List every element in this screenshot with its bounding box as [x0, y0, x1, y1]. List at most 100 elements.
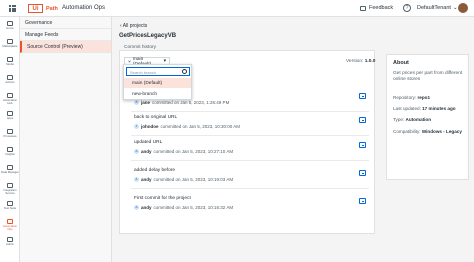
subnav-governance[interactable]: Governance — [20, 17, 111, 29]
back-link[interactable]: ‹ All projects — [120, 23, 147, 29]
open-commit-icon[interactable] — [359, 117, 366, 123]
commit-meta: Aandy committed on Jan 5, 2023, 10:19:03 … — [134, 177, 233, 182]
commit-author: andy — [141, 177, 152, 182]
nav-actions[interactable]: Actions — [0, 75, 20, 84]
about-type: Type: Automation — [393, 117, 431, 122]
nav-label: Studio — [6, 62, 14, 66]
nav-test-suite[interactable]: Test Suite — [0, 201, 20, 210]
type-value: Automation — [405, 117, 432, 122]
left-nav: Home Marketplace Studio Actions Automati… — [0, 17, 20, 262]
branch-option-main[interactable]: main (Default) — [124, 78, 191, 88]
about-panel: About Get prices per part from different… — [386, 54, 469, 180]
feedback-button[interactable]: Feedback — [360, 5, 393, 11]
compatibility-value: Windows - Legacy — [421, 129, 462, 134]
commit-date: committed on Jan 5, 2023, 1:26:49 PM — [152, 100, 230, 105]
commit-row: updated URL Aandy committed on Jan 5, 202… — [131, 137, 369, 161]
compatibility-label: Compatibility: — [393, 129, 421, 134]
about-repository: Repository: repo1 — [393, 95, 430, 100]
about-title: About — [393, 60, 409, 66]
open-commit-icon[interactable] — [359, 170, 366, 176]
branch-dropdown: Search branch main (Default) new-branch — [123, 64, 192, 100]
nav-data-manager[interactable]: Data Manager — [0, 165, 20, 174]
page-title: GetPricesLegacyVB — [119, 33, 177, 39]
commit-meta: Ajane committed on Jan 5, 2023, 1:26:49 P… — [134, 100, 229, 105]
repository-label: Repository: — [393, 95, 417, 100]
version-label: Version: — [346, 59, 364, 64]
version-value: 1.0.0 — [364, 59, 376, 64]
product-title: Automation Ops — [62, 5, 106, 11]
commit-author-avatar: A — [134, 205, 139, 210]
app-launcher-icon[interactable] — [9, 5, 16, 12]
nav-label: Test Suite — [3, 206, 17, 210]
logo-text: Path — [46, 5, 58, 12]
branch-search-input[interactable]: Search branch — [126, 67, 190, 76]
nav-apps[interactable]: Apps — [0, 111, 20, 120]
nav-label: Marketplace — [2, 44, 18, 48]
nav-automation-ops[interactable]: Automation Ops — [0, 219, 20, 231]
nav-home[interactable]: Home — [0, 21, 20, 30]
commit-row: First commit for the project Aandy commit… — [131, 193, 369, 217]
commit-meta: Aandy committed on Jan 5, 2023, 10:16:32 … — [134, 205, 233, 210]
logo-mark: Ui — [28, 4, 43, 13]
nav-label: Apps — [6, 116, 14, 120]
commit-message: back to original URL — [134, 115, 178, 120]
tenant-picker[interactable]: DefaultTenant ⌄ — [417, 5, 458, 11]
nav-processes[interactable]: Processes — [0, 129, 20, 138]
commit-date: committed on Jan 5, 2023, 10:16:32 AM — [153, 205, 234, 210]
commit-author-avatar: A — [134, 149, 139, 154]
open-commit-icon[interactable] — [359, 198, 366, 204]
nav-label: Automation Hub — [2, 98, 18, 105]
nav-label: Processes — [3, 134, 17, 138]
branch-option-new-branch[interactable]: new-branch — [124, 89, 191, 99]
open-commit-icon[interactable] — [359, 142, 366, 148]
subnav-source-control[interactable]: Source Control (Preview) — [20, 41, 111, 53]
about-description: Get prices per part from different onlin… — [393, 71, 463, 82]
nav-label: Actions — [5, 80, 15, 84]
sub-nav: Governance Manage Feeds Source Control (… — [20, 17, 112, 262]
commit-row: added delay before Aandy committed on Jan… — [131, 165, 369, 189]
top-bar: Ui Path Automation Ops Feedback ? Defaul… — [0, 0, 474, 17]
about-updated: Last updated: 17 minutes ago — [393, 106, 456, 111]
repository-value: repo1 — [417, 95, 431, 100]
commit-author: andy — [141, 205, 152, 210]
uipath-logo[interactable]: Ui Path — [28, 4, 58, 13]
open-commit-icon[interactable] — [359, 93, 366, 99]
feedback-icon — [360, 5, 366, 11]
main-content: ‹ All projects GetPricesLegacyVB Commit … — [112, 17, 382, 262]
nav-label: Insights — [5, 152, 15, 156]
nav-marketplace[interactable]: Marketplace — [0, 39, 20, 48]
nav-insights[interactable]: Insights — [0, 147, 20, 156]
nav-integration-service[interactable]: Integration Service — [0, 183, 20, 195]
updated-label: Last updated: — [393, 106, 421, 111]
chevron-down-icon: ⌄ — [452, 5, 458, 11]
nav-admin[interactable]: Admin — [0, 237, 20, 246]
back-label: All projects — [122, 23, 148, 29]
commit-date: committed on Jan 5, 2023, 10:30:00 AM — [160, 124, 241, 129]
commit-author-avatar: A — [134, 177, 139, 182]
branch-search-placeholder: Search branch — [130, 69, 157, 75]
version-info: Version: 1.0.0 — [346, 59, 375, 64]
commit-date: committed on Jan 5, 2023, 10:27:10 AM — [153, 149, 234, 154]
nav-label: Integration Service — [3, 188, 17, 195]
subnav-manage-feeds[interactable]: Manage Feeds — [20, 29, 111, 41]
commit-message: added delay before — [134, 168, 176, 173]
commit-row: back to original URL Jjohndoe committed o… — [131, 112, 369, 136]
tenant-label: DefaultTenant — [417, 5, 451, 11]
commit-author: jane — [141, 100, 151, 105]
help-icon[interactable]: ? — [403, 4, 411, 12]
commit-meta: Aandy committed on Jan 5, 2023, 10:27:10 … — [134, 149, 233, 154]
nav-label: Data Manager — [1, 170, 19, 174]
commit-date: committed on Jan 5, 2023, 10:19:03 AM — [153, 177, 234, 182]
commit-author-avatar: J — [134, 124, 139, 129]
nav-label: Home — [6, 26, 14, 30]
avatar[interactable] — [458, 3, 468, 13]
nav-automation-hub[interactable]: Automation Hub — [0, 93, 20, 105]
nav-label: Admin — [6, 242, 14, 246]
about-compatibility: Compatibility: Windows - Legacy — [393, 129, 462, 134]
commit-author-avatar: A — [134, 100, 139, 105]
type-label: Type: — [393, 117, 405, 122]
feedback-label: Feedback — [369, 5, 394, 11]
nav-label: Automation Ops — [2, 224, 18, 231]
nav-studio[interactable]: Studio — [0, 57, 20, 66]
commit-author: andy — [141, 149, 152, 154]
